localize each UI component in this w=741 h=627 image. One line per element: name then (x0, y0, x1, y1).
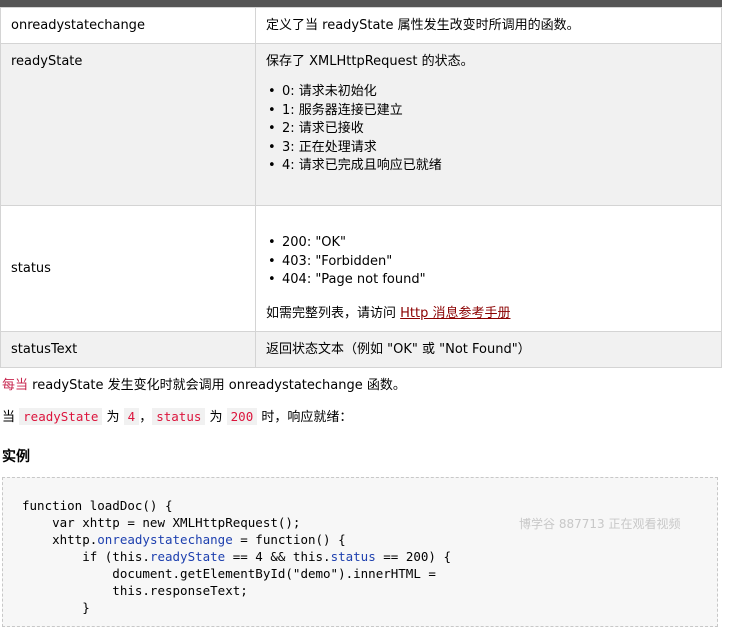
code-line: function loadDoc() { (22, 498, 173, 513)
property-table: onreadystatechange 定义了当 readyState 属性发生改… (0, 7, 722, 368)
code-line: if (this.readyState == 4 && this.status … (22, 548, 717, 565)
code-line: document.getElementById("demo").innerHTM… (22, 566, 436, 581)
list-item: 404: "Page not found" (268, 271, 711, 290)
example-heading: 实例 (2, 449, 30, 465)
list-item: 403: "Forbidden" (268, 253, 711, 272)
list-item: 3: 正在处理请求 (268, 139, 711, 158)
ready-condition-sentence: 当 readyState 为 4， status 为 200 时，响应就绪： (2, 406, 352, 425)
property-description: 返回状态文本（例如 "OK" 或 "Not Found"） (255, 330, 722, 368)
property-name: onreadystatechange (0, 7, 256, 44)
table-header-bar (0, 0, 722, 7)
property-description: 定义了当 readyState 属性发生改变时所调用的函数。 (255, 7, 722, 44)
property-description-cell: 保存了 XMLHttpRequest 的状态。 0: 请求未初始化 1: 服务器… (255, 43, 722, 206)
highlight-text: 每当 (2, 378, 29, 393)
code-text: if (this. (22, 549, 150, 564)
page-scrollbar[interactable] (729, 0, 741, 613)
code-text: == 4 && this. (225, 549, 331, 564)
table-row: status 200: "OK" 403: "Forbidden" 404: "… (0, 205, 722, 332)
ready-state-list: 0: 请求未初始化 1: 服务器连接已建立 2: 请求已接收 3: 正在处理请求… (266, 83, 711, 176)
status-code-list: 200: "OK" 403: "Forbidden" 404: "Page no… (266, 234, 711, 290)
sentence-text: readyState 发生变化时就会调用 onreadystatechange … (28, 378, 406, 393)
code-property: readyState (149, 549, 226, 564)
list-item: 1: 服务器连接已建立 (268, 102, 711, 121)
inline-code: 4 (123, 408, 140, 425)
table-row: readyState 保存了 XMLHttpRequest 的状态。 0: 请求… (0, 43, 722, 206)
reference-note-text: 如需完整列表，请访问 (266, 305, 401, 321)
table-row: onreadystatechange 定义了当 readyState 属性发生改… (0, 7, 722, 44)
code-example: function loadDoc() { var xhttp = new XML… (2, 477, 718, 627)
table-row: statusText 返回状态文本（例如 "OK" 或 "Not Found"） (0, 330, 722, 368)
property-description: 保存了 XMLHttpRequest 的状态。 (266, 54, 474, 69)
property-description-cell: 200: "OK" 403: "Forbidden" 404: "Page no… (255, 205, 722, 332)
list-item: 200: "OK" (268, 234, 711, 253)
code-property: status (330, 549, 376, 564)
sentence-text: 时，响应就绪： (257, 410, 353, 425)
reference-note: 如需完整列表，请访问 Http 消息参考手册 (266, 305, 711, 323)
video-watermark: 博学谷 887713 正在观看视频 (519, 517, 681, 531)
code-line: xhttp.onreadystatechange = function() { (22, 531, 717, 548)
list-item: 0: 请求未初始化 (268, 83, 711, 102)
code-property: onreadystatechange (97, 532, 233, 547)
inline-code: readyState (19, 408, 103, 425)
sentence-text: 当 (2, 410, 20, 425)
code-text: = function() { (232, 532, 346, 547)
sentence-text: ， (139, 410, 153, 425)
sentence-text: 为 (205, 410, 227, 425)
property-name: statusText (0, 330, 256, 368)
code-text: xhttp. (22, 532, 98, 547)
code-line: } (22, 600, 90, 615)
readystate-sentence: 每当 readyState 发生变化时就会调用 onreadystatechan… (2, 374, 406, 393)
inline-code: status (152, 408, 206, 425)
list-item: 4: 请求已完成且响应已就绪 (268, 157, 711, 176)
code-text: == 200) { (375, 549, 451, 564)
property-name-cell: status (0, 205, 256, 332)
property-name: readyState (0, 43, 256, 206)
inline-code: 200 (226, 408, 258, 425)
property-name: status (11, 261, 51, 277)
list-item: 2: 请求已接收 (268, 120, 711, 139)
sentence-text: 为 (102, 410, 124, 425)
http-reference-link[interactable]: Http 消息参考手册 (400, 306, 510, 321)
code-line: this.responseText; (22, 583, 248, 598)
